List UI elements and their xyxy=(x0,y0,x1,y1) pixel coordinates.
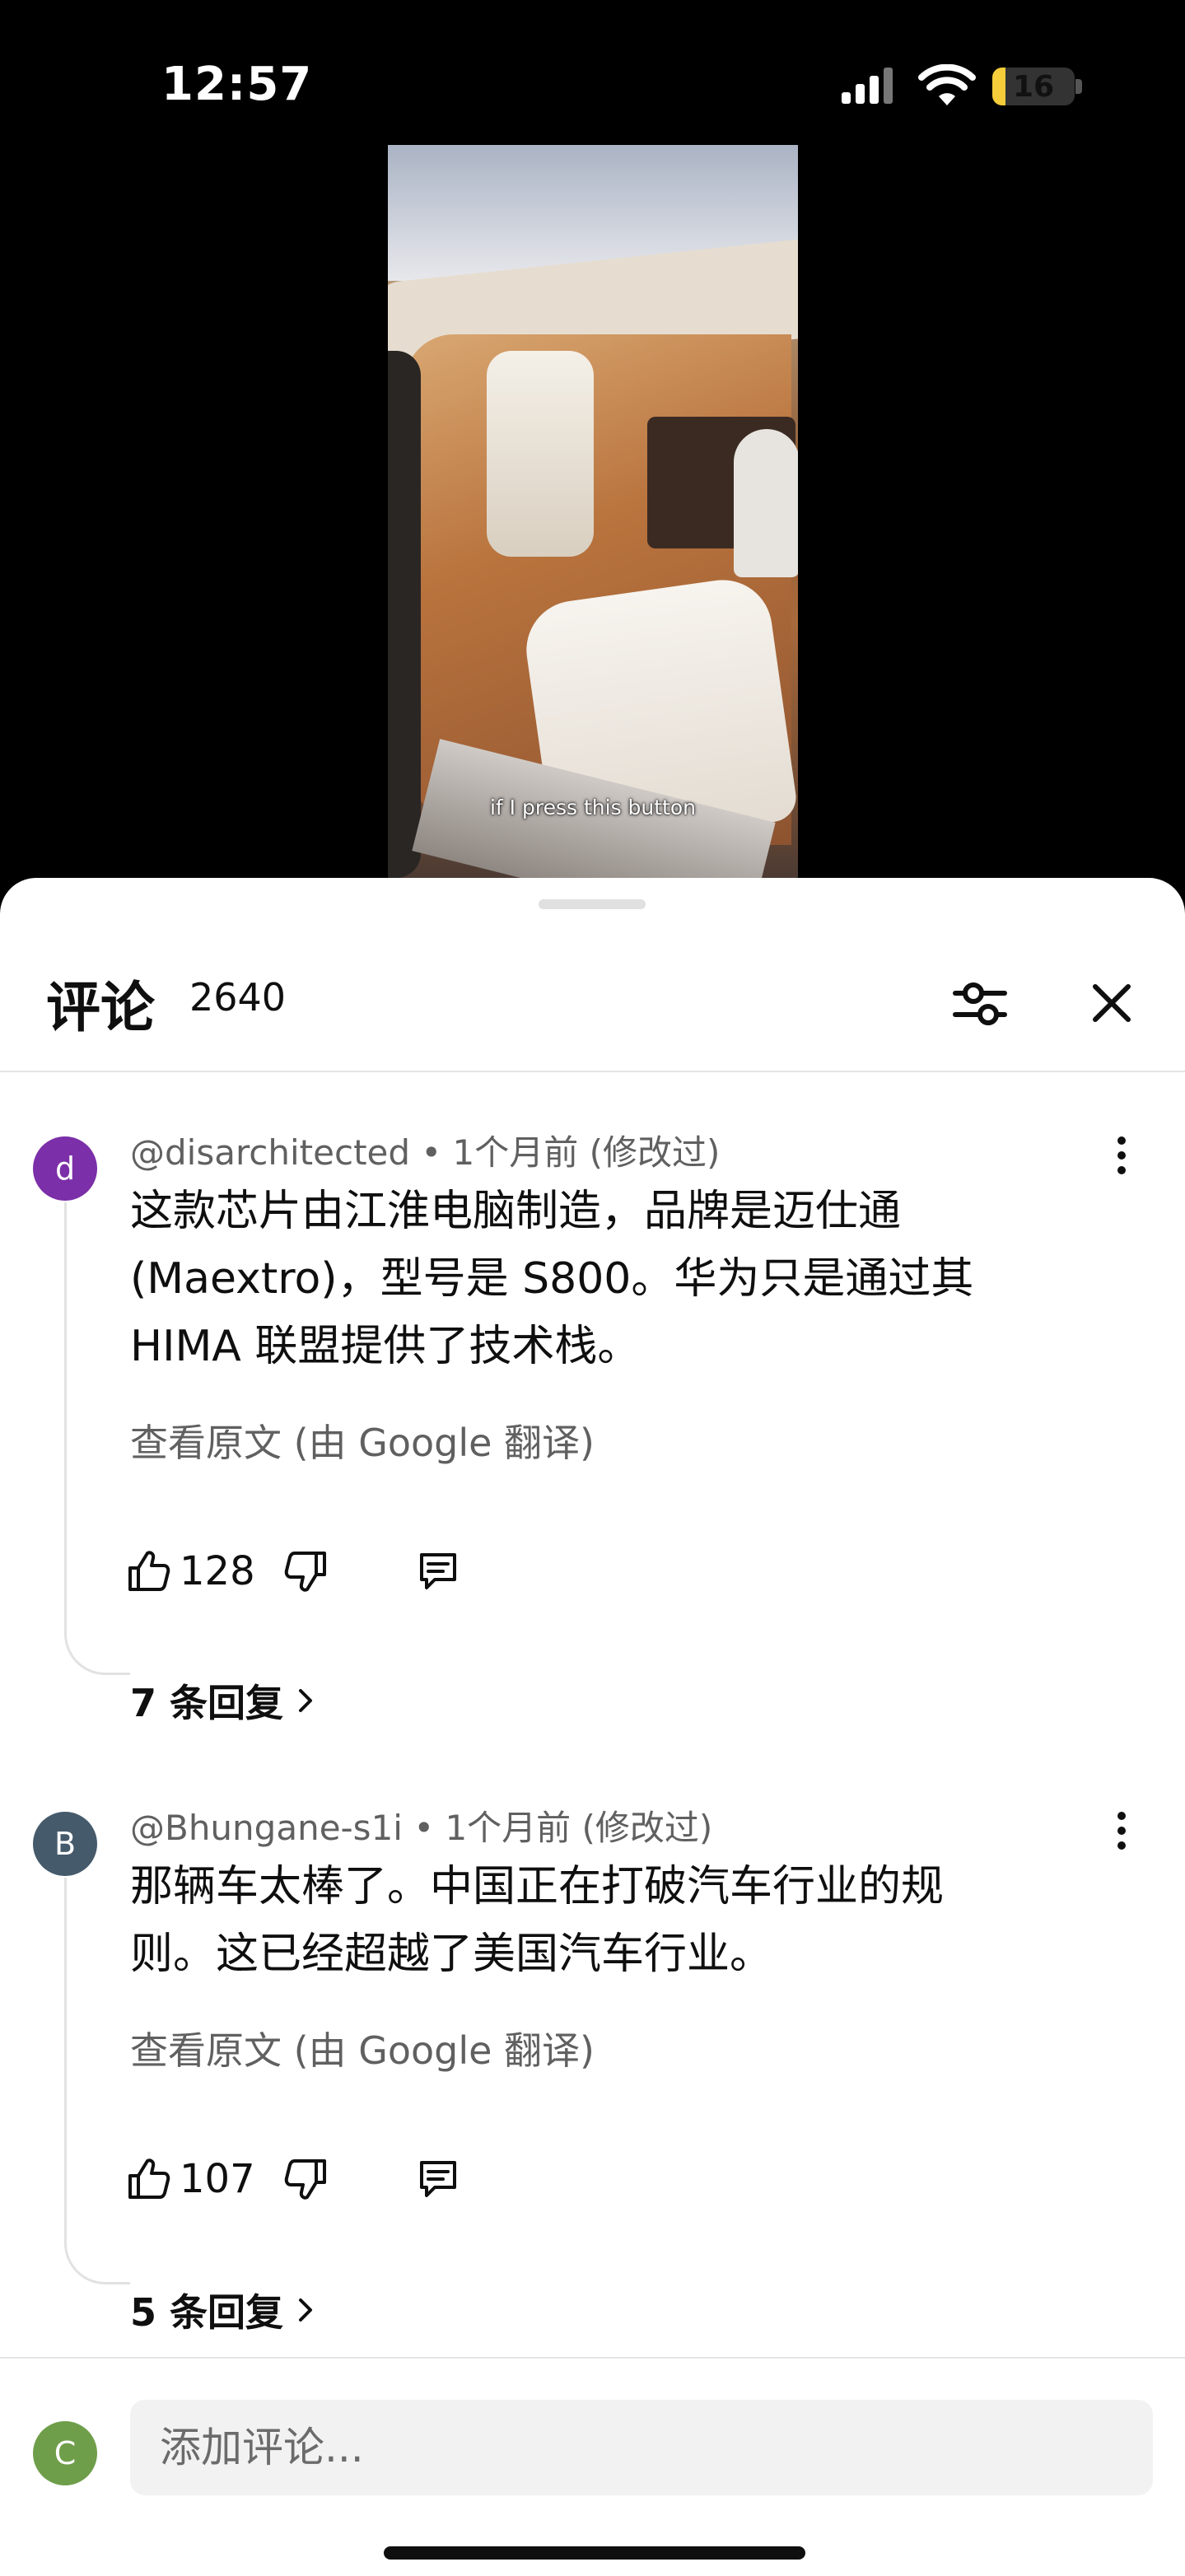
thumb-down-icon xyxy=(284,1552,326,1592)
video-seat-back xyxy=(487,351,594,557)
comment-text: 这款芯片由江淮电脑制造，品牌是迈仕通 (Maextro)，型号是 S800。华为… xyxy=(130,1178,1077,1380)
view-replies-link[interactable]: 5 条回复 xyxy=(130,2283,318,2337)
dislike-button[interactable] xyxy=(273,2146,339,2212)
battery-level: 16 xyxy=(1012,69,1055,104)
comment-text-line: 那辆车太棒了。中国正在打破汽车行业的规 xyxy=(130,1862,945,1911)
status-bar: 12:57 16 xyxy=(0,0,1185,140)
header-divider xyxy=(0,1071,1185,1072)
comment-meta: @disarchitected • 1个月前 (修改过) xyxy=(130,1125,720,1175)
comment-author[interactable]: @disarchitected xyxy=(130,1132,410,1173)
add-comment-input[interactable] xyxy=(130,2400,1153,2495)
filter-icon[interactable] xyxy=(947,970,1013,1036)
comment-time: 1个月前 xyxy=(452,1132,579,1173)
comment-text: 那辆车太棒了。中国正在打破汽车行业的规 则。这已经超越了美国汽车行业。 xyxy=(130,1853,1077,1988)
see-original-link[interactable]: 查看原文 (由 Google 翻译) xyxy=(130,2021,595,2075)
comments-title: 评论 xyxy=(46,976,155,1039)
comment-meta: @Bhungane-s1i • 1个月前 (修改过) xyxy=(130,1800,712,1850)
like-button[interactable]: 107 xyxy=(125,2146,255,2212)
meta-separator: • xyxy=(421,1132,453,1173)
wifi-icon xyxy=(918,64,976,105)
replies-count: 5 条回复 xyxy=(130,2290,284,2335)
video-person xyxy=(734,429,798,577)
battery-tip xyxy=(1075,79,1082,94)
like-count: 128 xyxy=(180,1548,255,1594)
reply-button[interactable] xyxy=(405,2146,471,2212)
chevron-right-icon xyxy=(299,1689,313,1712)
video-player[interactable]: if I press this button xyxy=(388,145,798,880)
my-avatar-letter: C xyxy=(54,2435,77,2471)
dislike-button[interactable] xyxy=(273,1538,339,1604)
signal-icon xyxy=(842,68,893,104)
status-time: 12:57 xyxy=(161,58,313,111)
comments-sheet: 评论 2640 d @disarchitected • 1个月前 (修改过) 这… xyxy=(0,878,1185,2576)
comment-text-line: HIMA 联盟提供了技术栈。 xyxy=(130,1322,641,1371)
comment-reply-icon xyxy=(420,2161,456,2197)
reply-button[interactable] xyxy=(405,1538,471,1604)
comment-edited: (修改过) xyxy=(581,1808,713,1848)
avatar[interactable]: d xyxy=(33,1136,97,1201)
comment-reply-icon xyxy=(420,1553,456,1589)
thread-line xyxy=(64,1878,130,2284)
avatar-letter: d xyxy=(54,1150,76,1187)
thumb-down-icon xyxy=(284,2159,326,2200)
comments-count: 2640 xyxy=(189,975,287,1020)
like-button[interactable]: 128 xyxy=(125,1538,255,1604)
close-icon[interactable] xyxy=(1079,970,1145,1036)
see-original-link[interactable]: 查看原文 (由 Google 翻译) xyxy=(130,1413,595,1468)
thread-line xyxy=(64,1202,130,1675)
drag-handle[interactable] xyxy=(539,899,646,909)
comment-text-line: 这款芯片由江淮电脑制造，品牌是迈仕通 xyxy=(130,1187,902,1236)
video-caption: if I press this button xyxy=(489,796,696,819)
chevron-right-icon xyxy=(299,2298,313,2322)
avatar-letter: B xyxy=(54,1826,77,1862)
view-replies-link[interactable]: 7 条回复 xyxy=(130,1673,318,1728)
meta-separator: • xyxy=(413,1808,446,1848)
thumb-up-icon xyxy=(128,2158,170,2199)
comment-author[interactable]: @Bhungane-s1i xyxy=(130,1808,403,1848)
my-avatar[interactable]: C xyxy=(33,2421,97,2485)
comment-text-line: (Maextro)，型号是 S800。华为只是通过其 xyxy=(130,1254,974,1304)
avatar[interactable]: B xyxy=(33,1812,97,1876)
comment-time: 1个月前 xyxy=(445,1808,572,1848)
more-vert-icon[interactable] xyxy=(1103,1802,1140,1860)
more-vert-icon[interactable] xyxy=(1103,1127,1140,1184)
home-indicator[interactable] xyxy=(384,2546,805,2560)
replies-count: 7 条回复 xyxy=(130,1681,284,1725)
comment-edited: (修改过) xyxy=(589,1132,721,1173)
composer-divider xyxy=(0,2357,1185,2359)
thumb-up-icon xyxy=(128,1551,170,1591)
battery-icon: 16 xyxy=(992,68,1075,105)
comment-text-line: 则。这已经超越了美国汽车行业。 xyxy=(130,1930,773,1979)
like-count: 107 xyxy=(180,2156,255,2202)
